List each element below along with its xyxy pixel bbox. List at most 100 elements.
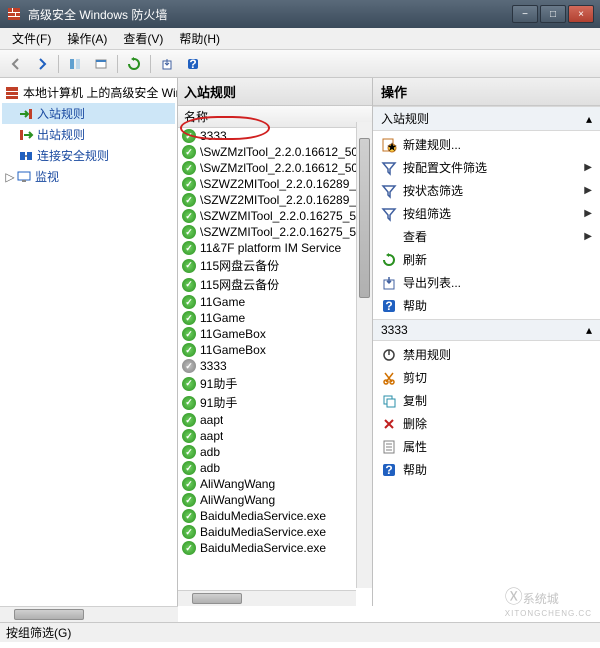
action-属性[interactable]: 属性 bbox=[373, 435, 600, 458]
rule-name: 11Game bbox=[200, 311, 245, 325]
action-新建规则...[interactable]: ★新建规则... bbox=[373, 133, 600, 156]
tree-connection-security[interactable]: 连接安全规则 bbox=[2, 145, 175, 166]
action-按配置文件筛选[interactable]: 按配置文件筛选▶ bbox=[373, 156, 600, 179]
maximize-button[interactable]: □ bbox=[540, 5, 566, 23]
rule-name: \SwZMzlTool_2.2.0.16612_500… bbox=[200, 161, 368, 175]
rule-row[interactable]: ✓91助手 bbox=[178, 374, 372, 393]
rule-row[interactable]: ✓11Game bbox=[178, 310, 372, 326]
section-title: 3333 bbox=[381, 323, 408, 337]
action-禁用规则[interactable]: 禁用规则 bbox=[373, 343, 600, 366]
help-icon: ? bbox=[381, 462, 397, 478]
rule-row[interactable]: ✓BaiduMediaService.exe bbox=[178, 508, 372, 524]
rule-row[interactable]: ✓\SZWZ2MITool_2.2.0.16289_50… bbox=[178, 176, 372, 192]
rules-panel: 入站规则 名称 ✓3333✓\SwZMzlTool_2.2.0.16612_50… bbox=[178, 78, 373, 606]
tree-root-label: 本地计算机 上的高级安全 Wind bbox=[23, 84, 178, 101]
status-text: 按组筛选(G) bbox=[6, 624, 71, 641]
rule-row[interactable]: ✓\SwZMzlTool_2.2.0.16612_500… bbox=[178, 144, 372, 160]
action-label: 帮助 bbox=[403, 461, 592, 478]
tree-monitoring[interactable]: ▷ 监视 bbox=[2, 166, 175, 187]
rules-list[interactable]: ✓3333✓\SwZMzlTool_2.2.0.16612_500…✓\SwZM… bbox=[178, 128, 372, 606]
tree-horizontal-scrollbar[interactable] bbox=[0, 606, 178, 622]
check-icon: ✓ bbox=[182, 327, 196, 341]
action-按状态筛选[interactable]: 按状态筛选▶ bbox=[373, 179, 600, 202]
menu-help[interactable]: 帮助(H) bbox=[171, 28, 228, 49]
scrollbar-thumb[interactable] bbox=[192, 593, 242, 604]
rule-row[interactable]: ✓BaiduMediaService.exe bbox=[178, 540, 372, 556]
menu-file[interactable]: 文件(F) bbox=[4, 28, 59, 49]
rule-row[interactable]: ✓ 3333 bbox=[178, 358, 372, 374]
action-帮助[interactable]: ?帮助 bbox=[373, 294, 600, 317]
horizontal-scrollbar[interactable] bbox=[178, 590, 356, 606]
action-导出列表...[interactable]: 导出列表... bbox=[373, 271, 600, 294]
vertical-scrollbar[interactable] bbox=[356, 122, 372, 588]
props-icon bbox=[381, 439, 397, 455]
properties-button[interactable] bbox=[89, 53, 113, 75]
scrollbar-thumb[interactable] bbox=[14, 609, 84, 620]
refresh-button[interactable] bbox=[122, 53, 146, 75]
rule-row[interactable]: ✓aapt bbox=[178, 428, 372, 444]
rule-row[interactable]: ✓11GameBox bbox=[178, 342, 372, 358]
action-删除[interactable]: 删除 bbox=[373, 412, 600, 435]
rule-row[interactable]: ✓\SZWZMITool_2.2.0.16275_500… bbox=[178, 208, 372, 224]
scrollbar-thumb[interactable] bbox=[359, 138, 370, 298]
menu-view[interactable]: 查看(V) bbox=[115, 28, 171, 49]
collapse-icon[interactable]: ▴ bbox=[586, 323, 592, 337]
watermark: Ⓧ系统城 XITONGCHENG.CC bbox=[505, 583, 592, 618]
help-button[interactable]: ? bbox=[181, 53, 205, 75]
tree-root[interactable]: 本地计算机 上的高级安全 Wind bbox=[2, 82, 175, 103]
rule-row[interactable]: ✓\SZWZ2MITool_2.2.0.16289_50… bbox=[178, 192, 372, 208]
rule-row[interactable]: ✓aapt bbox=[178, 412, 372, 428]
show-tree-button[interactable] bbox=[63, 53, 87, 75]
rule-row[interactable]: ✓AliWangWang bbox=[178, 492, 372, 508]
rule-row[interactable]: ✓115网盘云备份 bbox=[178, 275, 372, 294]
outbound-icon bbox=[18, 127, 34, 143]
rule-row[interactable]: ✓91助手 bbox=[178, 393, 372, 412]
expand-icon[interactable]: ▷ bbox=[4, 170, 16, 184]
check-icon: ✓ bbox=[182, 493, 196, 507]
rule-name: 115网盘云备份 bbox=[200, 257, 279, 274]
actions-section-inbound[interactable]: 入站规则 ▴ bbox=[373, 106, 600, 131]
tree-consec-label: 连接安全规则 bbox=[37, 147, 109, 164]
tree-inbound-label: 入站规则 bbox=[37, 105, 85, 122]
action-剪切[interactable]: 剪切 bbox=[373, 366, 600, 389]
consec-icon bbox=[18, 148, 34, 164]
minimize-button[interactable]: − bbox=[512, 5, 538, 23]
action-label: 帮助 bbox=[403, 297, 592, 314]
rule-name: 3333 bbox=[200, 359, 227, 373]
rule-row[interactable]: ✓\SZWZMITool_2.2.0.16275_500… bbox=[178, 224, 372, 240]
rule-row[interactable]: ✓\SwZMzlTool_2.2.0.16612_500… bbox=[178, 160, 372, 176]
forward-button[interactable] bbox=[30, 53, 54, 75]
rule-row[interactable]: ✓11Game bbox=[178, 294, 372, 310]
action-按组筛选[interactable]: 按组筛选▶ bbox=[373, 202, 600, 225]
inbound-icon bbox=[18, 106, 34, 122]
collapse-icon[interactable]: ▴ bbox=[586, 112, 592, 126]
rule-row[interactable]: ✓115网盘云备份 bbox=[178, 256, 372, 275]
rule-row[interactable]: ✓adb bbox=[178, 460, 372, 476]
submenu-arrow-icon: ▶ bbox=[584, 162, 592, 173]
close-button[interactable]: × bbox=[568, 5, 594, 23]
rule-row[interactable]: ✓BaiduMediaService.exe bbox=[178, 524, 372, 540]
rule-row[interactable]: ✓3333 bbox=[178, 128, 372, 144]
action-查看[interactable]: 查看▶ bbox=[373, 225, 600, 248]
rule-row[interactable]: ✓11GameBox bbox=[178, 326, 372, 342]
disabled-icon: ✓ bbox=[182, 359, 196, 373]
action-label: 复制 bbox=[403, 392, 592, 409]
action-帮助[interactable]: ? 帮助 bbox=[373, 458, 600, 481]
rules-column-name[interactable]: 名称 bbox=[178, 106, 372, 128]
action-刷新[interactable]: 刷新 bbox=[373, 248, 600, 271]
rule-row[interactable]: ✓11&7F platform IM Service bbox=[178, 240, 372, 256]
toolbar: ? bbox=[0, 50, 600, 78]
back-button[interactable] bbox=[4, 53, 28, 75]
actions-section-selection[interactable]: 3333 ▴ bbox=[373, 319, 600, 341]
tree-inbound-rules[interactable]: 入站规则 bbox=[2, 103, 175, 124]
scope-tree[interactable]: 本地计算机 上的高级安全 Wind 入站规则 出站规则 连接安全规则 ▷ 监视 bbox=[0, 78, 178, 606]
titlebar: 高级安全 Windows 防火墙 − □ × bbox=[0, 0, 600, 28]
tree-outbound-rules[interactable]: 出站规则 bbox=[2, 124, 175, 145]
copy-icon bbox=[381, 393, 397, 409]
export-icon bbox=[381, 275, 397, 291]
export-button[interactable] bbox=[155, 53, 179, 75]
menu-action[interactable]: 操作(A) bbox=[59, 28, 115, 49]
rule-row[interactable]: ✓adb bbox=[178, 444, 372, 460]
action-复制[interactable]: 复制 bbox=[373, 389, 600, 412]
rule-row[interactable]: ✓AliWangWang bbox=[178, 476, 372, 492]
